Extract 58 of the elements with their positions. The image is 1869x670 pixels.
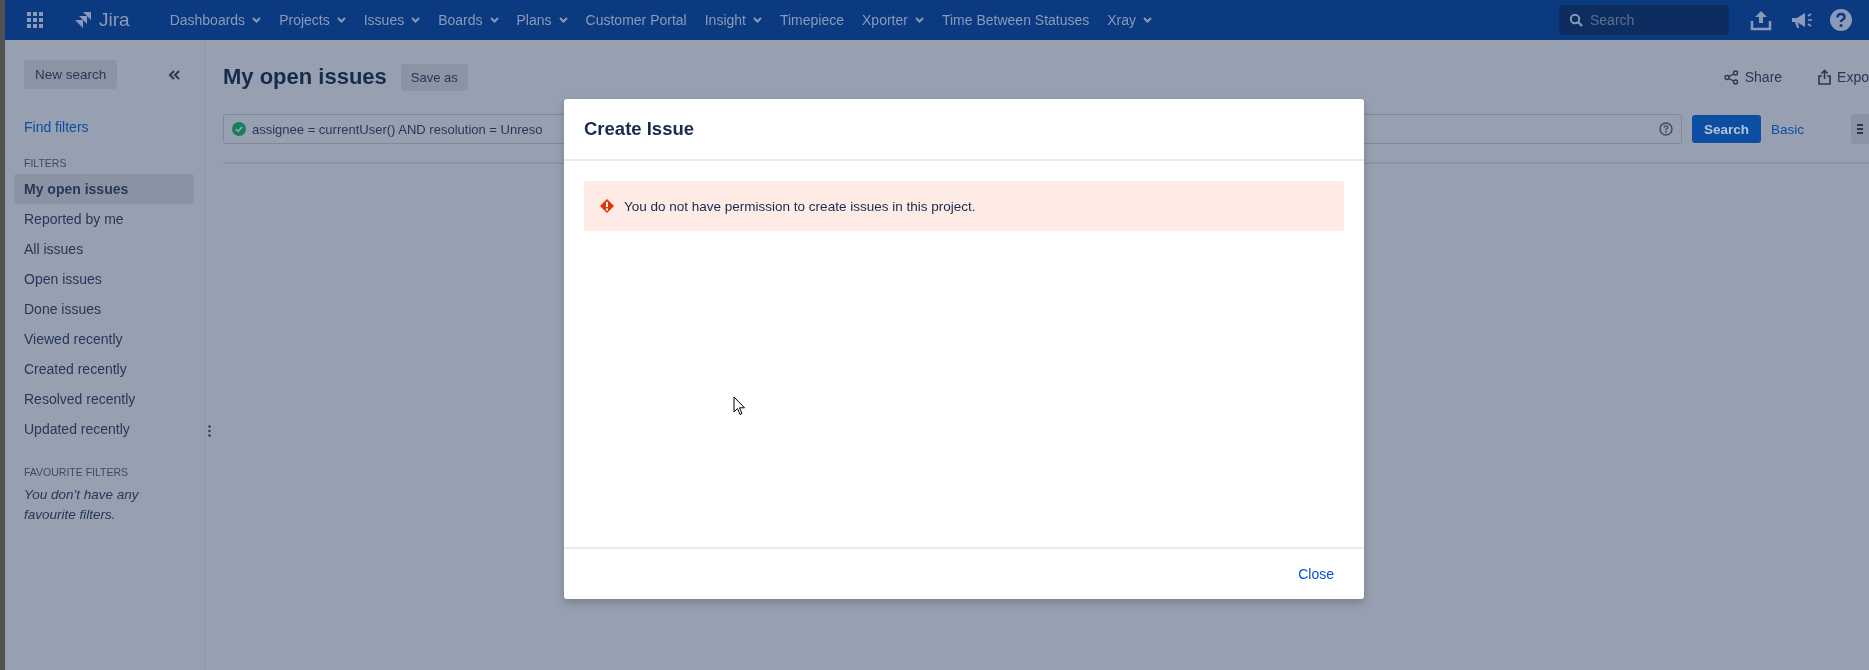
chevron-down-icon xyxy=(489,17,499,23)
find-filters-link[interactable]: Find filters xyxy=(24,119,194,135)
chevron-down-icon xyxy=(752,17,762,23)
export-button[interactable]: Expo xyxy=(1818,69,1869,85)
error-text: You do not have permission to create issues in this project. xyxy=(624,198,976,214)
nav-menu-item[interactable]: Timepiece xyxy=(779,12,845,28)
filter-item[interactable]: My open issues xyxy=(14,174,194,204)
app-switcher-icon[interactable] xyxy=(27,12,43,28)
save-as-button[interactable]: Save as xyxy=(400,63,468,91)
filter-item[interactable]: Viewed recently xyxy=(14,324,194,354)
empty-message: You don't have any favourite filters. xyxy=(24,486,140,524)
new-search-button[interactable]: New search xyxy=(24,60,118,89)
nav-menu-item[interactable]: Time Between Statuses xyxy=(941,12,1090,28)
nav-menu-item[interactable]: Insight xyxy=(704,12,762,28)
upload-icon[interactable] xyxy=(1749,9,1773,31)
warning-icon xyxy=(600,199,614,213)
mouse-cursor-icon xyxy=(733,396,746,416)
export-icon xyxy=(1818,69,1832,85)
filter-item[interactable]: Open issues xyxy=(14,264,194,294)
nav-menu-item[interactable]: Boards xyxy=(438,12,499,28)
share-button[interactable]: Share xyxy=(1723,69,1783,85)
chevron-down-icon xyxy=(1143,17,1153,23)
section-heading: FAVOURITE FILTERS xyxy=(24,466,130,478)
nav-menu-item[interactable]: Xray xyxy=(1107,12,1153,28)
dialog-title: Create Issue xyxy=(584,118,695,140)
filter-item[interactable]: Reported by me xyxy=(14,204,194,234)
valid-check-icon xyxy=(232,122,246,136)
nav-menu-item[interactable]: Customer Portal xyxy=(585,12,687,28)
basic-mode-link[interactable]: Basic xyxy=(1771,121,1805,137)
filter-item[interactable]: Done issues xyxy=(14,294,194,324)
help-icon[interactable] xyxy=(1829,8,1853,32)
page-title: My open issues xyxy=(223,64,387,90)
filter-item[interactable]: Updated recently xyxy=(14,414,194,444)
search-field[interactable]: Search xyxy=(1559,5,1729,35)
resize-handle-icon[interactable] xyxy=(208,425,211,437)
nav-menu-item[interactable]: Issues xyxy=(363,12,421,28)
section-heading: FILTERS xyxy=(24,157,68,169)
view-toggle-button[interactable] xyxy=(1851,114,1869,144)
filter-item[interactable]: All issues xyxy=(14,234,194,264)
collapse-icon[interactable] xyxy=(168,69,180,80)
nav-menu-item[interactable]: Plans xyxy=(516,12,568,28)
product-name[interactable]: Jira xyxy=(99,9,130,31)
chevron-down-icon xyxy=(558,17,568,23)
filter-item[interactable]: Created recently xyxy=(14,354,194,384)
filter-item[interactable]: Resolved recently xyxy=(14,384,194,414)
chevron-down-icon xyxy=(336,17,346,23)
chevron-down-icon xyxy=(252,17,262,23)
nav-menu-item[interactable]: Xporter xyxy=(862,12,924,28)
chevron-down-icon xyxy=(914,17,924,23)
list-icon xyxy=(1857,123,1863,135)
help-icon[interactable] xyxy=(1659,122,1673,136)
close-link[interactable]: Close xyxy=(1298,566,1334,582)
jira-logo-icon[interactable] xyxy=(73,10,93,30)
search-button[interactable]: Search xyxy=(1692,115,1762,143)
nav-menu-item[interactable]: Dashboards xyxy=(169,12,262,28)
nav-menu-item[interactable]: Projects xyxy=(279,12,346,28)
share-icon xyxy=(1723,69,1739,85)
chevron-down-icon xyxy=(411,17,421,23)
